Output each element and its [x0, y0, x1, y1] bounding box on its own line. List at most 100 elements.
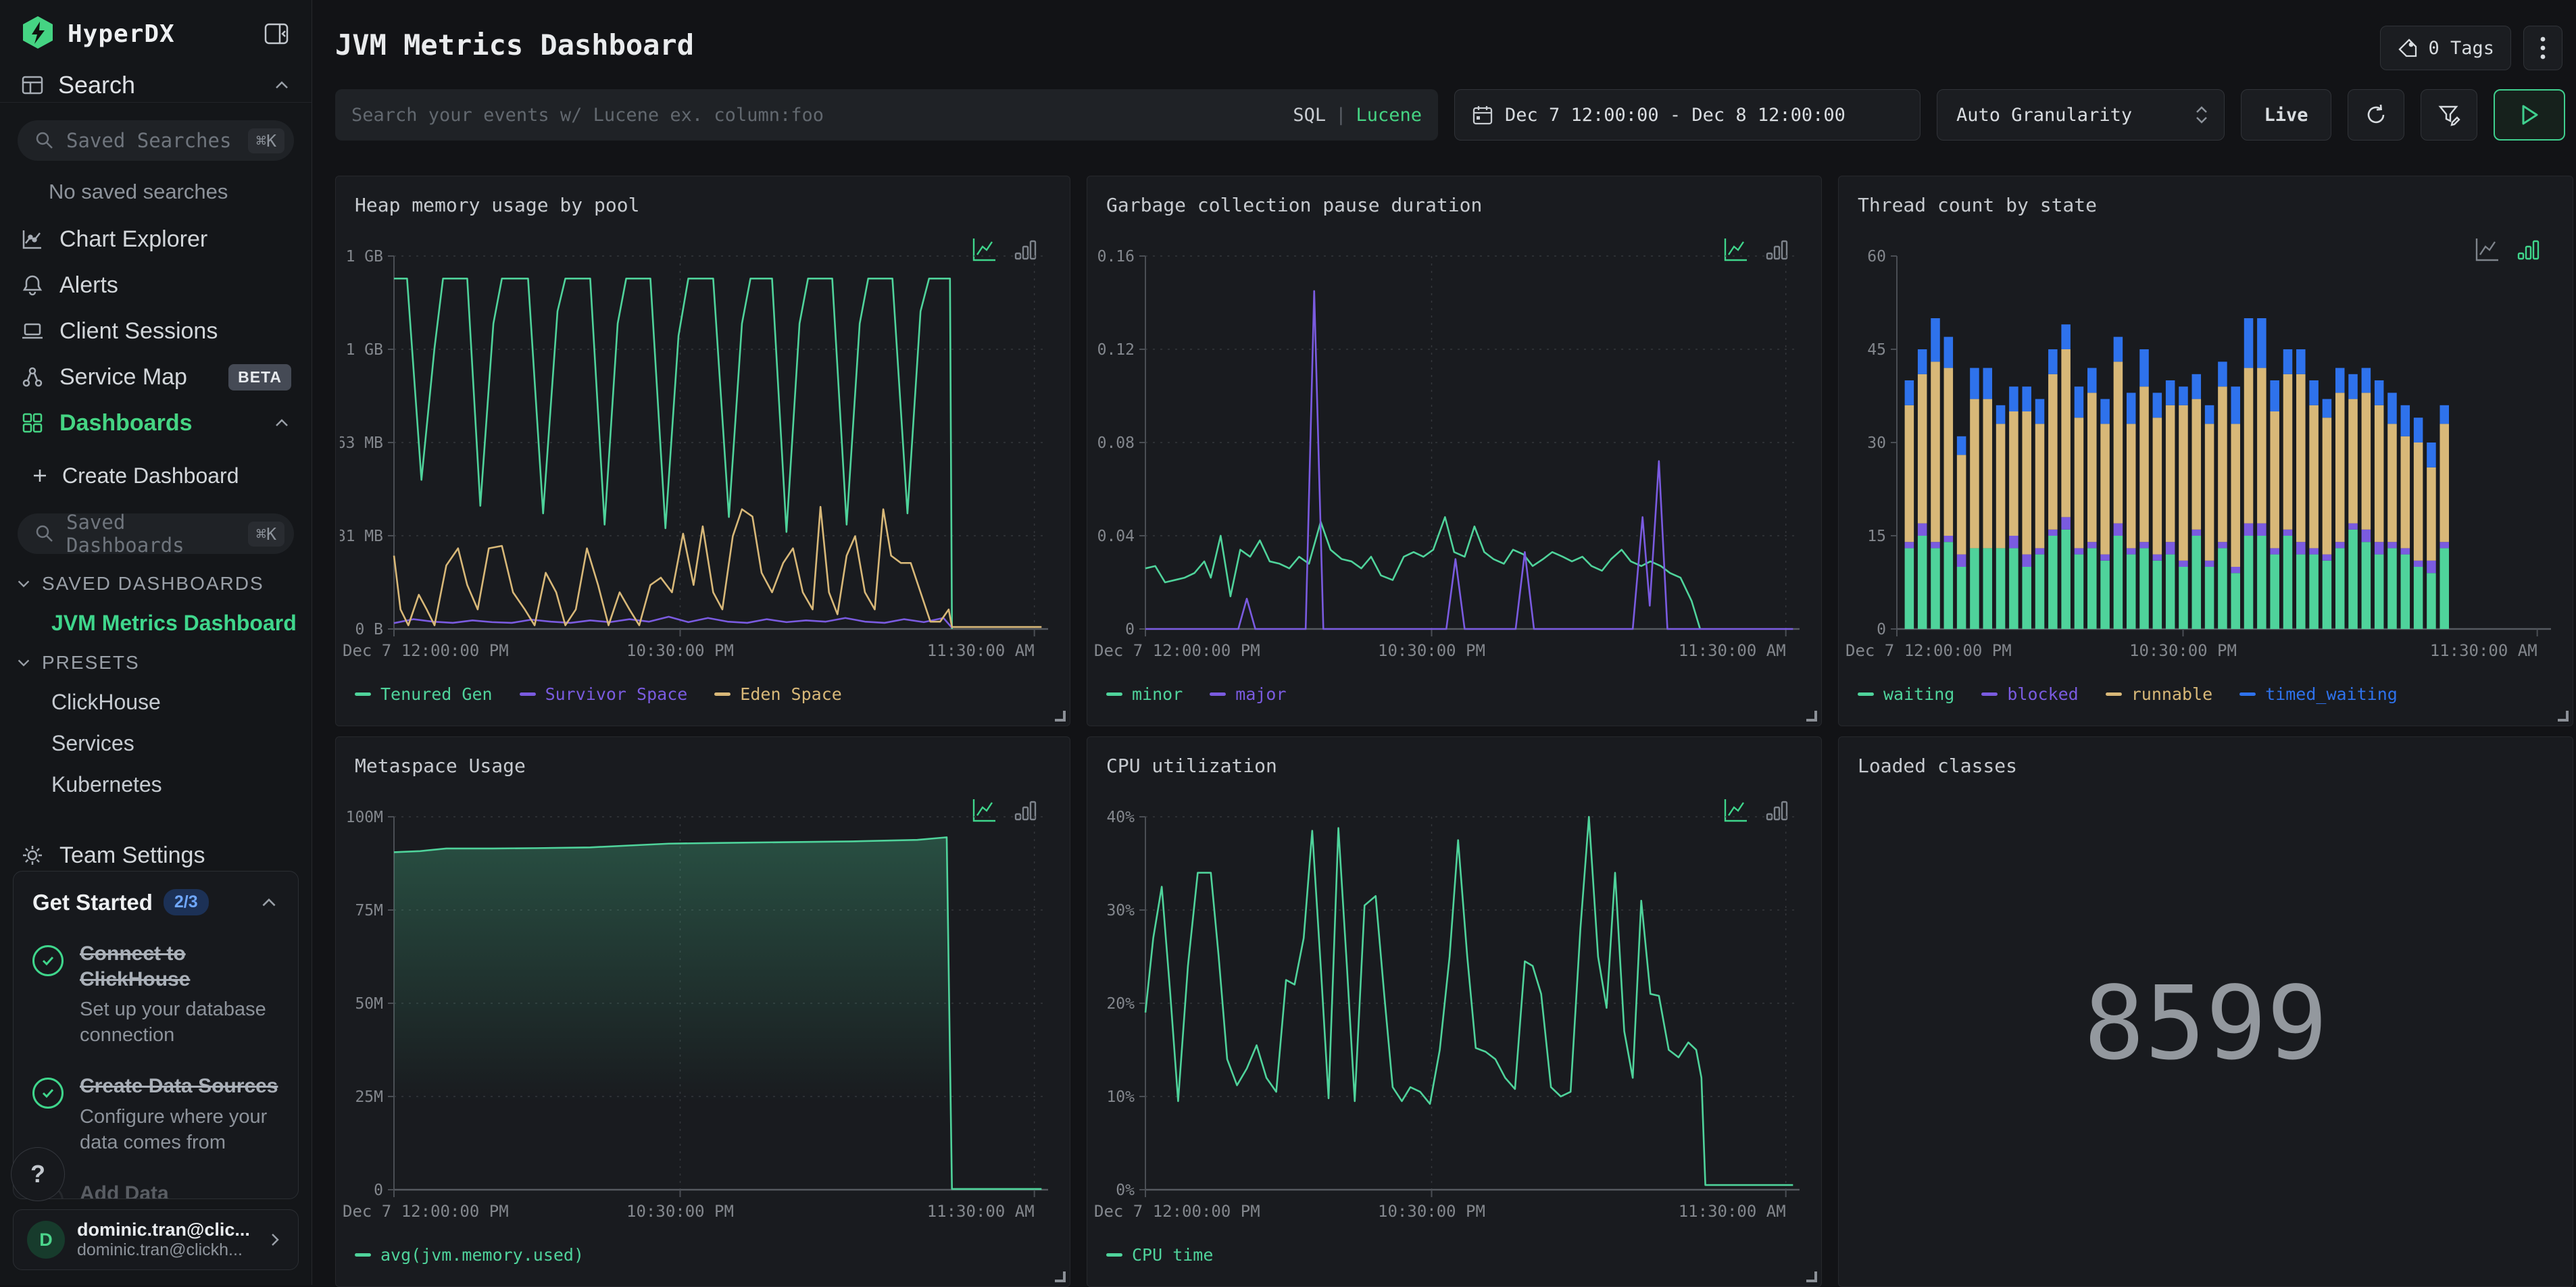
- metaspace-chart[interactable]: 100M75M50M25M0Dec 7 12:00:00 PM10:30:00 …: [340, 805, 1066, 1237]
- svg-text:100M: 100M: [346, 809, 383, 826]
- svg-text:0.16: 0.16: [1097, 248, 1135, 266]
- saved-searches-input[interactable]: Saved Searches ⌘K: [18, 120, 294, 161]
- task-add-data[interactable]: Add Data Start sending logs, metrics, or…: [32, 1181, 279, 1199]
- presets-header[interactable]: PRESETS: [0, 644, 312, 682]
- chart-legend: CPU time: [1106, 1245, 1213, 1265]
- saved-dashboards-header[interactable]: SAVED DASHBOARDS: [0, 565, 312, 603]
- saved-dashboards-placeholder: Saved Dashboards: [66, 511, 248, 557]
- chart-title: Loaded classes: [1858, 755, 2017, 777]
- loaded-classes-value: 8599: [1839, 965, 2573, 1082]
- chart-title: Heap memory usage by pool: [355, 194, 639, 216]
- chart-legend: minor major: [1106, 684, 1287, 704]
- legend-item[interactable]: blocked: [1981, 684, 2078, 704]
- svg-text:10:30:00 PM: 10:30:00 PM: [1378, 641, 1485, 660]
- sidebar-item-search[interactable]: Search: [0, 68, 312, 103]
- cpu-utilization-chart[interactable]: 40%30%20%10%0%Dec 7 12:00:00 PM10:30:00 …: [1091, 805, 1817, 1237]
- resize-handle[interactable]: [2558, 711, 2569, 722]
- shortcut-badge: ⌘K: [248, 128, 284, 153]
- date-range-picker[interactable]: Dec 7 12:00:00 - Dec 8 12:00:00: [1454, 89, 1921, 141]
- legend-item[interactable]: Eden Space: [714, 684, 842, 704]
- panel-thread-count: Thread count by state 604530150Dec 7 12:…: [1838, 176, 2573, 726]
- legend-item[interactable]: waiting: [1858, 684, 1954, 704]
- help-button[interactable]: ?: [11, 1147, 65, 1201]
- refresh-button[interactable]: [2348, 89, 2404, 141]
- filter-button[interactable]: [2421, 89, 2477, 141]
- legend-item[interactable]: avg(jvm.memory.used): [355, 1245, 584, 1265]
- sidebar-item-kubernetes[interactable]: Kubernetes: [0, 764, 312, 805]
- sidebar-item-service-map[interactable]: Service Map BETA: [0, 354, 312, 400]
- sidebar-item-chart-explorer[interactable]: Chart Explorer: [0, 216, 312, 262]
- user-menu[interactable]: D dominic.tran@clic... dominic.tran@clic…: [13, 1209, 299, 1270]
- legend-item[interactable]: minor: [1106, 684, 1183, 704]
- kebab-icon: [2540, 34, 2546, 61]
- chevron-up-icon: [272, 76, 291, 95]
- svg-text:10:30:00 PM: 10:30:00 PM: [2129, 641, 2237, 660]
- sql-toggle[interactable]: SQL: [1293, 105, 1326, 126]
- sidebar-item-alerts[interactable]: Alerts: [0, 262, 312, 308]
- sidebar-item-dashboards[interactable]: Dashboards: [0, 400, 312, 446]
- svg-text:1 GB: 1 GB: [346, 248, 383, 266]
- more-options-button[interactable]: [2523, 26, 2562, 70]
- sidebar-item-jvm-metrics-dashboard[interactable]: JVM Metrics Dashboard: [0, 603, 312, 644]
- main-content: JVM Metrics Dashboard 0 Tags Search your…: [312, 0, 2576, 1285]
- no-saved-searches-text: No saved searches: [49, 180, 312, 204]
- chart-explorer-icon: [20, 227, 45, 251]
- legend-item[interactable]: Tenured Gen: [355, 684, 493, 704]
- resize-handle[interactable]: [1806, 1271, 1817, 1282]
- svg-text:60: 60: [1867, 248, 1886, 266]
- select-chevrons-icon: [2193, 103, 2210, 126]
- resize-handle[interactable]: [1055, 1271, 1066, 1282]
- task-create-data-sources[interactable]: Create Data Sources Configure where your…: [32, 1074, 279, 1155]
- search-placeholder: Search your events w/ Lucene ex. column:…: [351, 105, 1293, 126]
- play-icon: [2519, 103, 2540, 126]
- chevron-down-icon: [15, 654, 32, 672]
- heap-memory-chart[interactable]: 1 GB1 GB763 MB381 MB0 BDec 7 12:00:00 PM…: [340, 244, 1066, 676]
- svg-text:11:30:00 AM: 11:30:00 AM: [927, 1202, 1035, 1221]
- chart-legend: avg(jvm.memory.used): [355, 1245, 584, 1265]
- panel-loaded-classes: Loaded classes 8599: [1838, 736, 2573, 1287]
- svg-text:381 MB: 381 MB: [340, 528, 383, 545]
- event-search-input[interactable]: Search your events w/ Lucene ex. column:…: [335, 89, 1438, 141]
- legend-item[interactable]: runnable: [2106, 684, 2212, 704]
- svg-text:Dec 7 12:00:00 PM: Dec 7 12:00:00 PM: [1846, 641, 2012, 660]
- svg-text:11:30:00 AM: 11:30:00 AM: [927, 641, 1035, 660]
- svg-text:10:30:00 PM: 10:30:00 PM: [626, 1202, 734, 1221]
- plus-icon: [30, 465, 50, 486]
- chevron-up-icon[interactable]: [259, 892, 279, 913]
- svg-text:Dec 7 12:00:00 PM: Dec 7 12:00:00 PM: [1094, 641, 1260, 660]
- legend-item[interactable]: Survivor Space: [520, 684, 688, 704]
- svg-text:10:30:00 PM: 10:30:00 PM: [1378, 1202, 1485, 1221]
- create-dashboard-button[interactable]: Create Dashboard: [0, 455, 312, 496]
- svg-text:Dec 7 12:00:00 PM: Dec 7 12:00:00 PM: [1094, 1202, 1260, 1221]
- gc-pause-chart[interactable]: 0.160.120.080.040Dec 7 12:00:00 PM10:30:…: [1091, 244, 1817, 676]
- saved-dashboards-input[interactable]: Saved Dashboards ⌘K: [18, 513, 294, 554]
- sidebar-item-client-sessions[interactable]: Client Sessions: [0, 308, 312, 354]
- lucene-toggle[interactable]: Lucene: [1356, 105, 1422, 126]
- resize-handle[interactable]: [1055, 711, 1066, 722]
- tags-button[interactable]: 0 Tags: [2380, 26, 2511, 70]
- search-icon: [34, 523, 55, 545]
- sidebar-item-services[interactable]: Services: [0, 723, 312, 764]
- legend-item[interactable]: timed_waiting: [2239, 684, 2398, 704]
- user-name: dominic.tran@clic...: [77, 1219, 266, 1240]
- get-started-progress-badge: 2/3: [164, 889, 209, 915]
- svg-text:0: 0: [1125, 621, 1135, 638]
- live-button[interactable]: Live: [2241, 89, 2331, 141]
- hyperdx-logo-icon[interactable]: [20, 15, 55, 53]
- get-started-card: Get Started 2/3 Connect to ClickHouse Se…: [13, 871, 299, 1199]
- legend-item[interactable]: major: [1210, 684, 1286, 704]
- resize-handle[interactable]: [1806, 711, 1817, 722]
- legend-item[interactable]: CPU time: [1106, 1245, 1213, 1265]
- svg-text:0%: 0%: [1116, 1182, 1135, 1199]
- user-email: dominic.tran@clickh...: [77, 1240, 266, 1260]
- sidebar-item-clickhouse[interactable]: ClickHouse: [0, 682, 312, 723]
- task-connect-clickhouse[interactable]: Connect to ClickHouse Set up your databa…: [32, 941, 279, 1048]
- sidebar-collapse-icon[interactable]: [262, 19, 291, 49]
- gear-icon: [20, 843, 45, 867]
- run-query-button[interactable]: [2494, 89, 2565, 141]
- granularity-select[interactable]: Auto Granularity: [1937, 89, 2225, 141]
- svg-text:75M: 75M: [355, 902, 383, 919]
- thread-count-chart[interactable]: 604530150Dec 7 12:00:00 PM10:30:00 PM11:…: [1843, 244, 2569, 676]
- svg-text:20%: 20%: [1106, 995, 1135, 1013]
- panel-metaspace: Metaspace Usage 100M75M50M25M0Dec 7 12:0…: [335, 736, 1070, 1287]
